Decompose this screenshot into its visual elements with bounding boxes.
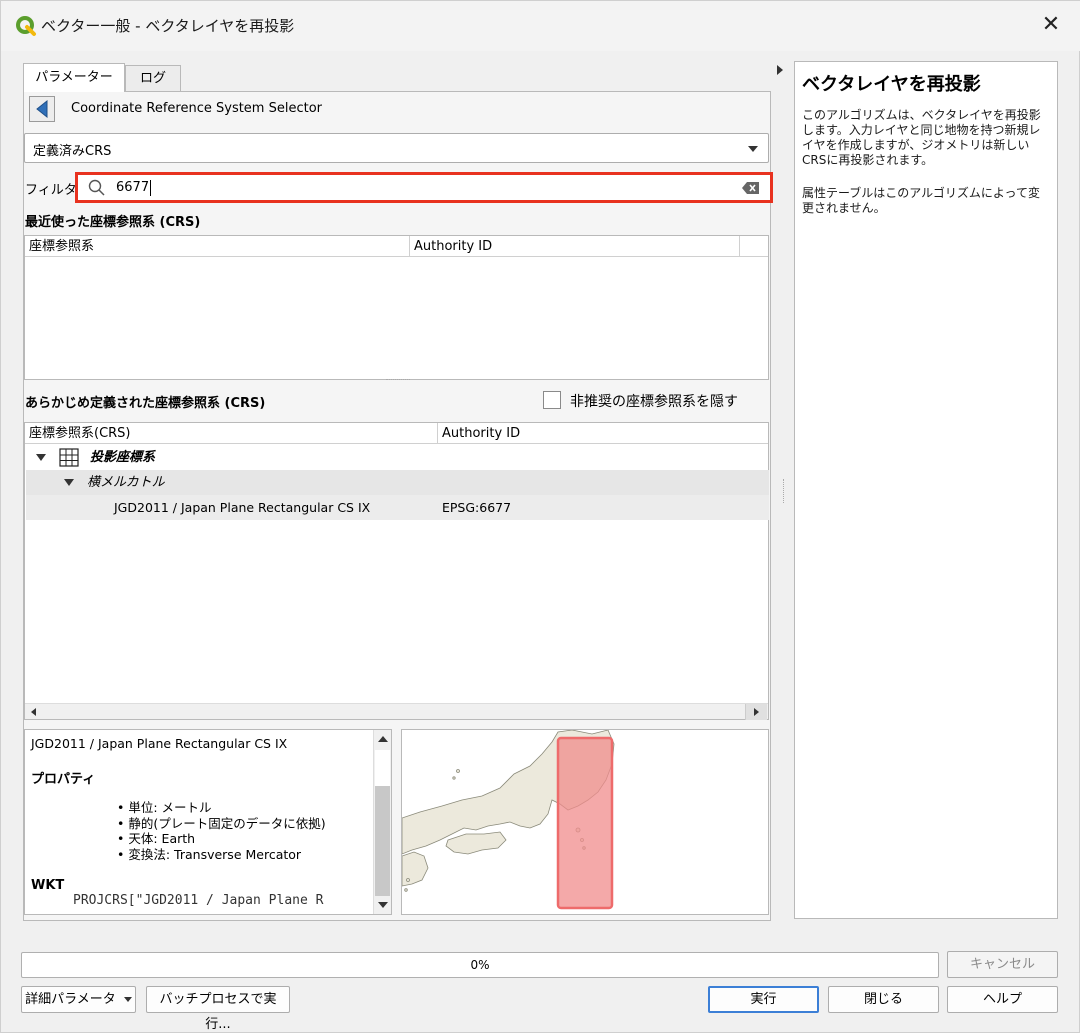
predefined-col-authority[interactable]: Authority ID bbox=[437, 423, 768, 444]
advanced-parameters-button[interactable]: 詳細パラメータ bbox=[21, 986, 136, 1013]
back-button[interactable] bbox=[29, 96, 55, 122]
info-vertical-scrollbar[interactable] bbox=[373, 730, 391, 914]
hide-deprecated-checkbox[interactable] bbox=[543, 391, 561, 409]
help-button[interactable]: ヘルプ bbox=[947, 986, 1058, 1013]
japan-map bbox=[402, 730, 615, 910]
advanced-parameters-label: 詳細パラメータ bbox=[25, 992, 116, 1007]
progress-bar: 0% bbox=[21, 952, 939, 978]
info-properties-title: プロパティ bbox=[31, 772, 96, 787]
property-item: • 単位: メートル bbox=[117, 800, 212, 815]
scroll-thumb[interactable] bbox=[375, 786, 390, 896]
batch-process-button[interactable]: バッチプロセスで実行... bbox=[146, 986, 290, 1032]
tree-group-projected[interactable]: 投影座標系 bbox=[26, 445, 769, 470]
splitter-handle[interactable] bbox=[386, 379, 410, 382]
info-wkt-text: PROJCRS["JGD2011 / Japan Plane R bbox=[73, 893, 324, 908]
help-panel: ベクタレイヤを再投影 このアルゴリズムは、ベクタレイヤを再投影します。入力レイヤ… bbox=[794, 61, 1058, 919]
title-bar: ベクター一般 - ベクタレイヤを再投影 ✕ bbox=[1, 1, 1080, 51]
progress-label: 0% bbox=[470, 958, 490, 972]
dropdown-arrow-icon bbox=[748, 146, 758, 152]
help-paragraph-2: 属性テーブルはこのアルゴリズムによって変更されません。 bbox=[802, 186, 1040, 215]
predefined-crs-title: あらかじめ定義された座標参照系 (CRS) bbox=[25, 396, 266, 411]
crs-selector-label: Coordinate Reference System Selector bbox=[71, 101, 323, 116]
predefined-col-crs[interactable]: 座標参照系(CRS) bbox=[25, 423, 437, 444]
scroll-right-button[interactable] bbox=[745, 704, 767, 720]
info-crs-name: JGD2011 / Japan Plane Rectangular CS IX bbox=[31, 736, 288, 751]
crs-extent-map[interactable] bbox=[401, 729, 769, 915]
scroll-right-icon bbox=[754, 708, 759, 716]
clear-filter-icon[interactable] bbox=[742, 181, 760, 199]
help-title: ベクタレイヤを再投影 bbox=[802, 74, 981, 95]
info-wkt-title: WKT bbox=[31, 878, 65, 893]
crs-info-panel[interactable]: JGD2011 / Japan Plane Rectangular CS IX … bbox=[24, 729, 392, 915]
tab-log[interactable]: ログ bbox=[125, 65, 181, 92]
back-arrow-icon bbox=[36, 99, 48, 119]
crs-extent-rectangle bbox=[556, 736, 614, 910]
scroll-gap bbox=[375, 750, 390, 786]
scroll-left-icon[interactable] bbox=[31, 708, 36, 716]
crs-result-id: EPSG:6677 bbox=[442, 500, 512, 515]
recent-crs-table[interactable]: 座標参照系 Authority ID bbox=[24, 235, 769, 380]
crs-type-dropdown[interactable]: 定義済みCRS bbox=[24, 133, 769, 163]
crs-type-value: 定義済みCRS bbox=[33, 144, 112, 159]
horizontal-scrollbar[interactable] bbox=[25, 703, 768, 720]
dialog-window: ベクター一般 - ベクタレイヤを再投影 ✕ パラメーター ログ Coordina… bbox=[0, 0, 1080, 1033]
text-cursor bbox=[150, 180, 151, 196]
filter-input[interactable]: 6677 bbox=[75, 172, 773, 203]
property-item: • 静的(プレート固定のデータに依拠) bbox=[117, 815, 326, 831]
filter-value: 6677 bbox=[116, 180, 150, 195]
crs-result-row[interactable]: JGD2011 / Japan Plane Rectangular CS IX … bbox=[26, 495, 769, 520]
recent-crs-title: 最近使った座標参照系 (CRS) bbox=[25, 215, 201, 230]
scroll-down-icon[interactable] bbox=[378, 902, 388, 908]
expand-arrow-icon[interactable] bbox=[64, 479, 74, 486]
crs-result-name: JGD2011 / Japan Plane Rectangular CS IX bbox=[114, 500, 371, 515]
tree-subgroup-label: 横メルカトル bbox=[87, 475, 165, 490]
recent-col-spacer bbox=[739, 236, 768, 257]
cancel-button[interactable]: キャンセル bbox=[947, 951, 1058, 978]
tab-parameters[interactable]: パラメーター bbox=[23, 63, 125, 92]
filter-label: フィルタ bbox=[25, 183, 77, 198]
help-paragraph-1: このアルゴリズムは、ベクタレイヤを再投影します。入力レイヤと同じ地物を持つ新規レ… bbox=[802, 108, 1041, 167]
recent-col-crs[interactable]: 座標参照系 bbox=[25, 236, 409, 257]
hide-deprecated-label[interactable]: 非推奨の座標参照系を隠す bbox=[570, 391, 738, 411]
property-item: • 変換法: Transverse Mercator bbox=[117, 846, 302, 862]
tree-subgroup-tm[interactable]: 横メルカトル bbox=[26, 470, 769, 495]
close-window-icon[interactable]: ✕ bbox=[1037, 11, 1065, 39]
chevron-down-icon bbox=[123, 997, 132, 1002]
window-title: ベクター一般 - ベクタレイヤを再投影 bbox=[41, 17, 295, 35]
expand-arrow-icon[interactable] bbox=[36, 454, 46, 461]
close-button[interactable]: 閉じる bbox=[828, 986, 939, 1013]
search-icon bbox=[88, 179, 106, 201]
property-item: • 天体: Earth bbox=[117, 831, 196, 846]
panel-toggle-arrow-icon[interactable] bbox=[777, 65, 783, 75]
qgis-logo-icon bbox=[15, 15, 37, 37]
tree-group-label: 投影座標系 bbox=[90, 450, 156, 465]
run-button[interactable]: 実行 bbox=[708, 986, 819, 1013]
scroll-up-icon[interactable] bbox=[378, 736, 388, 742]
splitter-handle-vertical[interactable] bbox=[783, 479, 785, 503]
info-properties-list: • 単位: メートル • 静的(プレート固定のデータに依拠) • 天体: Ear… bbox=[117, 800, 326, 862]
predefined-crs-table[interactable]: 座標参照系(CRS) Authority ID 投影座標系 横メルカトル JGD… bbox=[24, 422, 769, 720]
recent-col-authority[interactable]: Authority ID bbox=[409, 236, 739, 257]
